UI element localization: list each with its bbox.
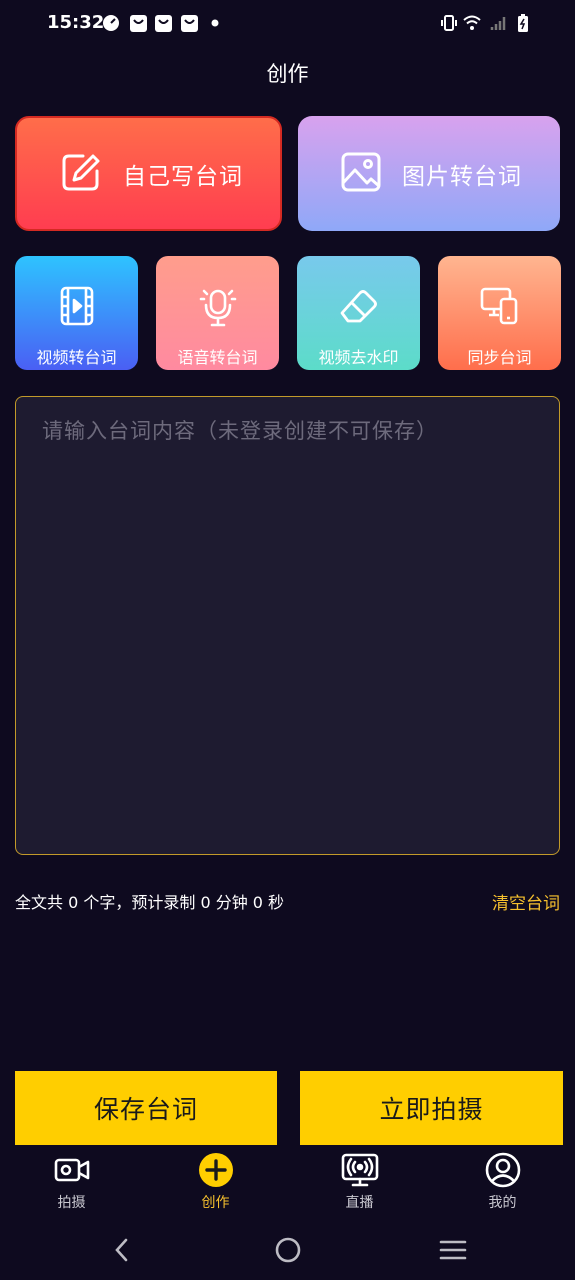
- tab-create-label: 创作: [201, 1195, 230, 1211]
- edit-note-icon: [59, 150, 103, 198]
- save-script-button[interactable]: 保存台词: [15, 1071, 277, 1145]
- signal-icon: [490, 14, 508, 32]
- plus-circle-icon: [198, 1150, 234, 1190]
- video-camera-icon: [54, 1150, 90, 1190]
- status-bar: 15:32: [0, 0, 575, 48]
- script-text-input[interactable]: [15, 396, 560, 855]
- sync-script-card[interactable]: 同步台词: [438, 256, 561, 370]
- tab-mine-label: 我的: [488, 1195, 517, 1211]
- user-icon: [485, 1150, 521, 1190]
- wifi-icon: [463, 14, 481, 32]
- video-file-icon: [60, 284, 94, 328]
- menu-icon[interactable]: [433, 1230, 473, 1270]
- tab-mine[interactable]: 我的: [431, 1150, 574, 1215]
- shoot-now-button[interactable]: 立即拍摄: [300, 1071, 563, 1145]
- microphone-icon: [198, 284, 238, 328]
- voice-to-script-card[interactable]: 语音转台词: [156, 256, 279, 370]
- image-to-script-label: 图片转台词: [402, 163, 522, 190]
- live-monitor-icon: [341, 1150, 379, 1190]
- speedometer-icon: [102, 14, 120, 32]
- back-icon[interactable]: [102, 1230, 142, 1270]
- remove-watermark-label: 视频去水印: [318, 348, 399, 367]
- sync-script-label: 同步台词: [467, 348, 532, 367]
- devices-sync-icon: [479, 284, 521, 328]
- tab-shoot[interactable]: 拍摄: [0, 1150, 143, 1215]
- video-to-script-label: 视频转台词: [36, 348, 117, 367]
- image-to-script-card[interactable]: 图片转台词: [298, 116, 560, 231]
- tab-live-label: 直播: [345, 1195, 374, 1211]
- write-script-label: 自己写台词: [123, 163, 243, 190]
- shopping-bag-icon: [129, 14, 147, 32]
- tab-shoot-label: 拍摄: [57, 1195, 86, 1211]
- battery-charging-icon: [514, 14, 532, 32]
- remove-watermark-card[interactable]: 视频去水印: [297, 256, 420, 370]
- image-icon: [340, 151, 382, 197]
- tab-create[interactable]: 创作: [144, 1150, 287, 1215]
- dot-icon: [206, 14, 224, 32]
- page-title: 创作: [266, 62, 309, 86]
- write-script-card[interactable]: 自己写台词: [15, 116, 282, 231]
- vibrate-icon: [440, 14, 458, 32]
- shopping-bag-icon: [180, 14, 198, 32]
- clear-script-button[interactable]: 清空台词: [492, 889, 560, 914]
- voice-to-script-label: 语音转台词: [177, 348, 258, 367]
- home-icon[interactable]: [268, 1230, 308, 1270]
- video-to-script-card[interactable]: 视频转台词: [15, 256, 138, 370]
- tab-live[interactable]: 直播: [288, 1150, 431, 1215]
- script-stats: 全文共 0 个字，预计录制 0 分钟 0 秒: [15, 893, 285, 912]
- status-time: 15:32: [47, 12, 105, 33]
- shopping-bag-icon: [154, 14, 172, 32]
- eraser-icon: [338, 284, 380, 328]
